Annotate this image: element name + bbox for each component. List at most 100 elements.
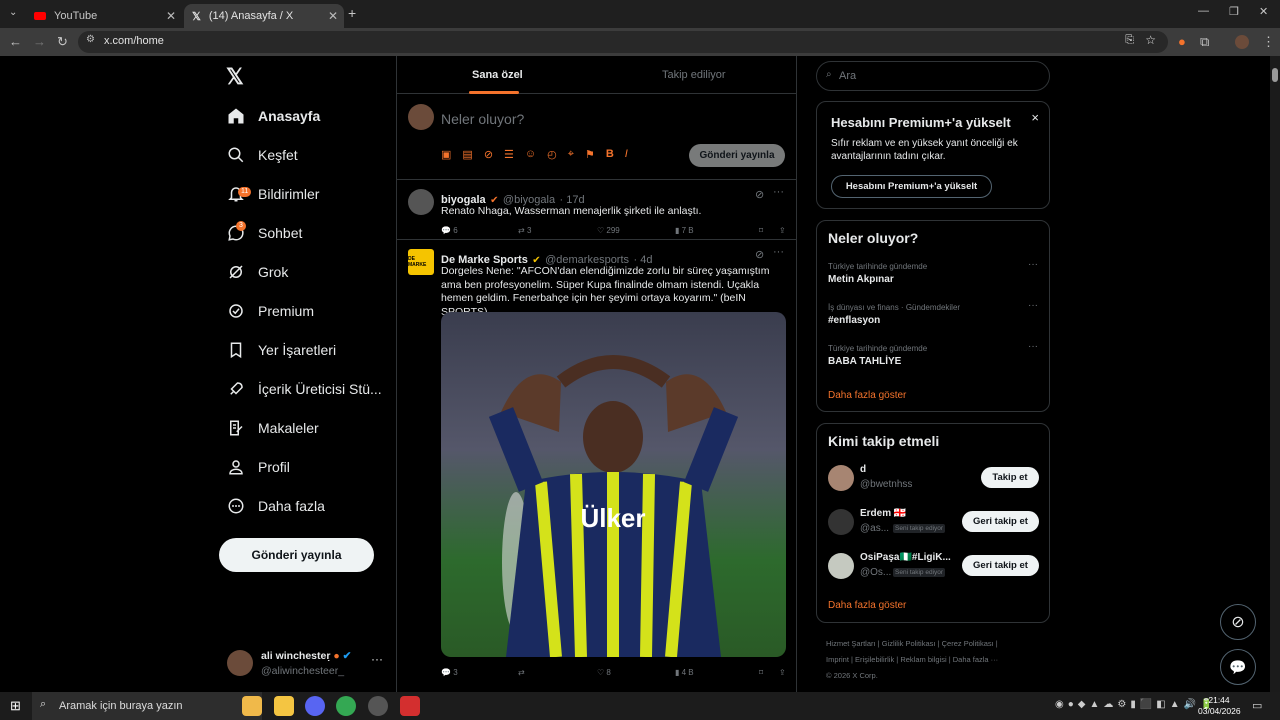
star-icon[interactable]: ☆ bbox=[1145, 33, 1156, 47]
back-icon[interactable]: ← bbox=[9, 34, 22, 49]
scrollbar-thumb[interactable] bbox=[1272, 68, 1278, 82]
taskbar-clock[interactable]: 21:44 03/04/2026 bbox=[1198, 695, 1241, 717]
bold-icon[interactable]: B bbox=[606, 148, 614, 161]
grok-icon[interactable]: ⊘ bbox=[484, 148, 493, 161]
compose-post-button[interactable]: Gönderi yayınla bbox=[689, 144, 785, 167]
browser-tab-x[interactable]: 𝕏 (14) Anasayfa / X ✕ bbox=[184, 4, 344, 28]
browser-tab-youtube[interactable]: YouTube ✕ bbox=[26, 4, 182, 28]
follow-suggestion[interactable]: OsiPaşa🇳🇬#LigiK... @Os... Seni takip edi… bbox=[828, 552, 1040, 584]
tweet[interactable]: DE MARKE De Marke Sports ✔ @demarkesport… bbox=[397, 240, 796, 692]
more-dots-icon[interactable]: ··· bbox=[1028, 300, 1038, 311]
trends-show-more[interactable]: Daha fazla göster bbox=[828, 390, 906, 401]
like-button[interactable]: ♡ 299 bbox=[597, 226, 675, 235]
profile-avatar[interactable] bbox=[1235, 35, 1249, 49]
tab-following[interactable]: Takip ediliyor bbox=[662, 69, 726, 81]
tab-search-icon[interactable]: ⌄ bbox=[9, 7, 17, 18]
poll-icon[interactable]: ☰ bbox=[504, 148, 514, 161]
extension-icon[interactable]: ● bbox=[1178, 34, 1186, 49]
nav-item-chat[interactable]: 3 Sohbet bbox=[226, 215, 302, 251]
trend-item[interactable]: Türkiye tarihinde gündemde Metin Akpınar bbox=[828, 262, 927, 285]
nav-item-grok[interactable]: Grok bbox=[226, 254, 288, 290]
nav-item-explore[interactable]: Keşfet bbox=[226, 137, 298, 173]
forward-icon[interactable]: → bbox=[33, 34, 46, 49]
chat-fab-button[interactable]: 💬 bbox=[1220, 649, 1256, 685]
menu-kebab-icon[interactable]: ⋮ bbox=[1262, 34, 1275, 50]
address-bar[interactable]: ⚙ x.com/home ⎘ ☆ bbox=[78, 31, 1168, 53]
footer-link[interactable]: Imprint bbox=[826, 655, 849, 664]
bookmark-icon[interactable]: ⌑ bbox=[759, 668, 779, 677]
more-dots-icon[interactable]: ··· bbox=[1028, 259, 1038, 270]
trend-item[interactable]: İş dünyası ve finans · Gündemdekiler #enf… bbox=[828, 303, 960, 326]
gif-icon[interactable]: ▤ bbox=[462, 148, 472, 161]
chrome-icon[interactable] bbox=[336, 696, 356, 716]
close-window-icon[interactable]: ✕ bbox=[1259, 5, 1268, 18]
footer-link[interactable]: Erişilebilirlik bbox=[855, 655, 894, 664]
image-icon[interactable]: ▣ bbox=[441, 148, 451, 161]
folder-icon[interactable] bbox=[274, 696, 294, 716]
follow-show-more[interactable]: Daha fazla göster bbox=[828, 600, 906, 611]
discord-icon[interactable] bbox=[305, 696, 325, 716]
scrollbar[interactable] bbox=[1270, 56, 1280, 692]
reply-button[interactable]: 💬 6 bbox=[441, 226, 518, 235]
extensions-puzzle-icon[interactable]: ⧉ bbox=[1200, 34, 1209, 50]
minimize-icon[interactable]: — bbox=[1198, 5, 1209, 17]
footer-link[interactable]: Çerez Politikası bbox=[942, 639, 994, 648]
system-tray-icons[interactable]: ◉●◆▲☁⚙▮⬛◧▲🔊🔋 bbox=[1055, 699, 1217, 710]
footer-link[interactable]: Reklam bilgisi bbox=[900, 655, 946, 664]
follow-back-button[interactable]: Geri takip et bbox=[962, 511, 1039, 532]
more-dots-icon[interactable]: ··· bbox=[1028, 341, 1038, 352]
more-dots-icon[interactable]: ··· bbox=[371, 652, 383, 666]
tweet[interactable]: biyogala ✔ @biyogala · 17d ⊘ ··· Renato … bbox=[397, 180, 796, 240]
reload-icon[interactable]: ↻ bbox=[57, 34, 68, 50]
italic-icon[interactable]: I bbox=[625, 148, 628, 161]
notification-center-icon[interactable]: ▭ bbox=[1252, 699, 1262, 712]
taskbar-search-input[interactable]: ⌕ Aramak için buraya yazın bbox=[32, 692, 262, 720]
footer-link[interactable]: Hizmet Şartları bbox=[826, 639, 876, 648]
app-icon[interactable] bbox=[400, 696, 420, 716]
bookmark-icon[interactable]: ⌑ bbox=[759, 226, 779, 235]
tweet-avatar[interactable] bbox=[408, 189, 434, 215]
restore-icon[interactable]: ❐ bbox=[1229, 5, 1239, 18]
grok-icon[interactable]: ⊘ bbox=[755, 188, 764, 201]
trend-item[interactable]: Türkiye tarihinde gündemde BABA TAHLİYE bbox=[828, 344, 927, 367]
nav-item-profile[interactable]: Profil bbox=[226, 449, 290, 485]
views-button[interactable]: ▮ 7 B bbox=[675, 226, 759, 235]
nav-item-articles[interactable]: Makaleler bbox=[226, 410, 319, 446]
new-tab-button[interactable]: + bbox=[348, 5, 356, 21]
nav-item-home[interactable]: Anasayfa bbox=[226, 98, 320, 134]
emoji-icon[interactable]: ☺ bbox=[525, 148, 536, 161]
like-button[interactable]: ♡ 8 bbox=[597, 668, 675, 677]
flag-icon[interactable]: ⚑ bbox=[585, 148, 595, 161]
location-icon[interactable]: ⌖ bbox=[568, 148, 574, 161]
share-icon[interactable]: ⇪ bbox=[779, 226, 786, 235]
follow-back-button[interactable]: Geri takip et bbox=[962, 555, 1039, 576]
footer-link[interactable]: Daha fazla ··· bbox=[953, 655, 998, 664]
nav-item-more[interactable]: Daha fazla bbox=[226, 488, 325, 524]
grok-icon[interactable]: ⊘ bbox=[755, 248, 764, 261]
footer-link[interactable]: Gizlilik Politikası bbox=[882, 639, 936, 648]
share-icon[interactable]: ⇪ bbox=[779, 668, 786, 677]
close-icon[interactable]: × bbox=[1031, 110, 1039, 125]
schedule-icon[interactable]: ◴ bbox=[547, 148, 557, 161]
more-dots-icon[interactable]: ··· bbox=[773, 246, 784, 258]
premium-upgrade-button[interactable]: Hesabını Premium+'a yükselt bbox=[831, 175, 992, 198]
close-tab-icon[interactable]: ✕ bbox=[328, 9, 338, 23]
grok-fab-button[interactable]: ⊘ bbox=[1220, 604, 1256, 640]
follow-suggestion[interactable]: Erdem 🇬🇪 @as... Seni takip ediyor Geri t… bbox=[828, 508, 1040, 540]
file-explorer-icon[interactable] bbox=[242, 696, 262, 716]
nav-item-bookmarks[interactable]: Yer İşaretleri bbox=[226, 332, 336, 368]
nav-item-premium[interactable]: Premium bbox=[226, 293, 314, 329]
follow-suggestion[interactable]: d @bwetnhss Takip et bbox=[828, 464, 1040, 496]
retweet-button[interactable]: ⇄ 3 bbox=[518, 226, 597, 235]
follow-button[interactable]: Takip et bbox=[981, 467, 1039, 488]
post-button[interactable]: Gönderi yayınla bbox=[219, 538, 374, 572]
windows-start-icon[interactable]: ⊞ bbox=[10, 698, 21, 714]
nav-item-creator-studio[interactable]: İçerik Üreticisi Stü... bbox=[226, 371, 382, 407]
tweet-image[interactable]: Ülker bbox=[441, 312, 786, 657]
account-switcher[interactable]: ali winchesteṛ ● ✔ @aliwinchesteer_ ··· bbox=[226, 648, 396, 688]
views-button[interactable]: ▮ 4 B bbox=[675, 668, 759, 677]
x-logo-icon[interactable]: 𝕏 bbox=[226, 64, 244, 90]
site-info-icon[interactable]: ⚙ bbox=[86, 34, 95, 45]
search-input[interactable]: ⌕ Ara bbox=[816, 61, 1050, 91]
close-tab-icon[interactable]: ✕ bbox=[166, 9, 176, 23]
